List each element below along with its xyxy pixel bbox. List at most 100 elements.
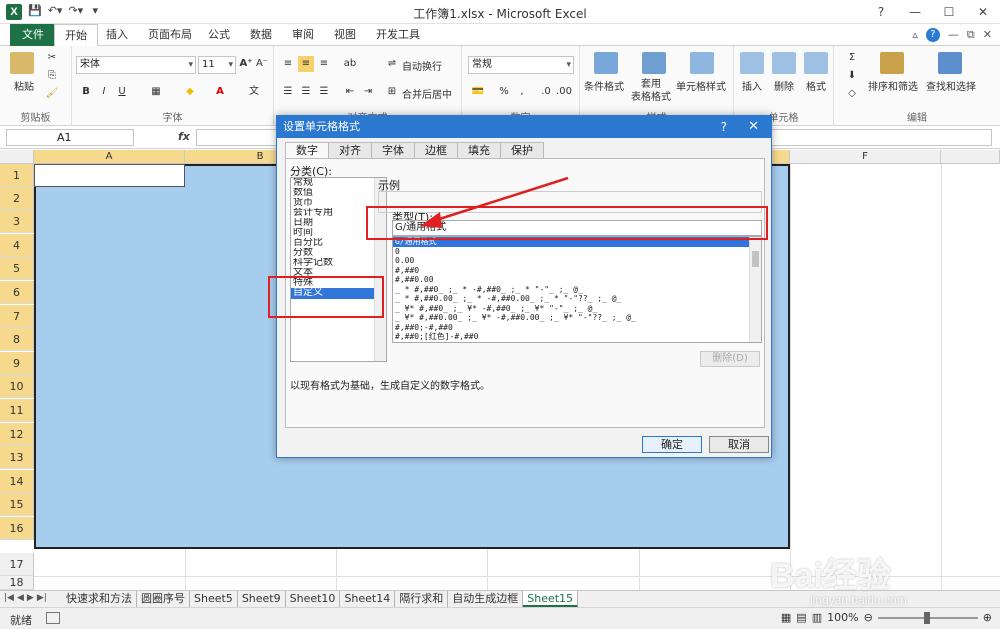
border-icon[interactable]: ▦ [148, 84, 164, 100]
phonetic-icon[interactable]: 文 [246, 84, 262, 100]
decrease-decimal-icon[interactable]: .00 [556, 84, 572, 100]
tab-file[interactable]: 文件 [10, 24, 56, 46]
dialog-close-icon[interactable]: ✕ [748, 116, 759, 138]
dialog-tab-fill[interactable]: 填充 [457, 142, 501, 158]
dialog-help-icon[interactable]: ? [721, 116, 727, 138]
row-header-8[interactable]: 8 [0, 328, 34, 351]
row-header-3[interactable]: 3 [0, 210, 34, 233]
align-center-icon[interactable]: ☰ [298, 84, 314, 100]
format-code-item[interactable]: #,##0;-#,##0 [393, 323, 761, 333]
format-code-item[interactable]: _ ¥* #,##0.00_ ;_ ¥* -#,##0.00_ ;_ ¥* "-… [393, 313, 761, 323]
paste-button[interactable]: 粘贴 [14, 78, 34, 93]
delete-cells-button[interactable]: 删除 [774, 78, 794, 93]
format-code-item[interactable]: 0.00 [393, 256, 761, 266]
sort-filter-button[interactable]: 排序和筛选 [868, 78, 918, 93]
sheet-tab[interactable]: 自动生成边框 [448, 591, 524, 607]
underline-button[interactable]: U [114, 84, 130, 100]
font-name-combo[interactable]: 宋体 [76, 56, 196, 74]
active-cell-a1[interactable] [34, 164, 185, 187]
column-header-g[interactable] [941, 150, 1000, 164]
comma-style-icon[interactable]: , [514, 84, 530, 100]
accounting-format-icon[interactable]: 💳 [470, 84, 486, 100]
row-header-12[interactable]: 12 [0, 423, 34, 446]
tab-developer[interactable]: 开发工具 [366, 24, 430, 46]
fill-icon[interactable]: ⬇ [844, 68, 860, 84]
tab-data[interactable]: 数据 [240, 24, 282, 46]
row-header-10[interactable]: 10 [0, 375, 34, 398]
column-header-a[interactable]: A [34, 150, 185, 164]
row-header-2[interactable]: 2 [0, 187, 34, 210]
sheet-tab[interactable]: 圆圈序号 [137, 591, 190, 607]
insert-cells-button[interactable]: 插入 [742, 78, 762, 93]
row-header-11[interactable]: 11 [0, 399, 34, 422]
minimize-button[interactable]: — [898, 0, 932, 24]
format-code-list[interactable]: G/通用格式 0 0.00 #,##0 #,##0.00 _ * #,##0_ … [392, 236, 762, 343]
align-middle-icon[interactable]: ≡ [298, 56, 314, 72]
grow-font-icon[interactable]: A⁺ [238, 56, 254, 72]
page-break-view-icon[interactable]: ▥ [812, 611, 822, 624]
row-header-16[interactable]: 16 [0, 517, 34, 540]
wrap-text-button[interactable]: 自动换行 [402, 58, 442, 73]
ribbon-help-icon[interactable]: ? [864, 0, 898, 24]
sheet-tab[interactable]: Sheet14 [340, 591, 396, 607]
wrap-text-icon[interactable]: ⇌ [384, 56, 400, 72]
row-header-1[interactable]: 1 [0, 164, 34, 187]
percent-style-icon[interactable]: % [496, 84, 512, 100]
format-code-item[interactable]: #,##0;[红色]-#,##0 [393, 332, 761, 342]
format-as-table-button[interactable]: 套用 表格格式 [626, 78, 676, 104]
row-header-6[interactable]: 6 [0, 281, 34, 304]
fill-color-icon[interactable]: ◆ [182, 84, 198, 100]
minimize-ribbon-icon[interactable]: ▵ [912, 28, 918, 42]
format-code-item[interactable]: #,##0 [393, 266, 761, 276]
prev-sheet-icon[interactable]: ◀ [17, 593, 24, 603]
cut-icon[interactable]: ✂ [44, 50, 60, 66]
format-painter-icon[interactable]: 🖌 [44, 86, 60, 102]
align-top-icon[interactable]: ≡ [280, 56, 296, 72]
orientation-icon[interactable]: ab [342, 56, 358, 72]
merge-center-icon[interactable]: ⊞ [384, 84, 400, 100]
row-header-4[interactable]: 4 [0, 234, 34, 257]
cell-styles-icon[interactable] [690, 52, 714, 74]
find-select-icon[interactable] [938, 52, 962, 74]
tab-insert[interactable]: 插入 [96, 24, 138, 46]
sort-filter-icon[interactable] [880, 52, 904, 74]
format-code-item[interactable]: _ * #,##0_ ;_ * -#,##0_ ;_ * "-"_ ;_ @_ [393, 285, 761, 295]
merge-center-button[interactable]: 合并后居中 [402, 86, 452, 101]
format-cells-button[interactable]: 格式 [806, 78, 826, 93]
dialog-tab-number[interactable]: 数字 [285, 142, 329, 158]
copy-icon[interactable]: ⎘ [44, 68, 60, 84]
sheet-tab[interactable]: Sheet5 [190, 591, 238, 607]
tab-review[interactable]: 审阅 [282, 24, 324, 46]
name-box[interactable]: A1 [6, 129, 134, 146]
workbook-close-icon[interactable]: ✕ [983, 28, 992, 42]
select-all-corner[interactable] [0, 150, 34, 164]
next-sheet-icon[interactable]: ▶ [27, 593, 34, 603]
align-left-icon[interactable]: ☰ [280, 84, 296, 100]
maximize-button[interactable]: ☐ [932, 0, 966, 24]
format-as-table-icon[interactable] [642, 52, 666, 74]
find-select-button[interactable]: 查找和选择 [926, 78, 976, 93]
format-cells-icon[interactable] [804, 52, 828, 74]
font-color-icon[interactable]: A [212, 84, 228, 100]
format-code-item[interactable]: _ * #,##0.00_ ;_ * -#,##0.00_ ;_ * "-"??… [393, 294, 761, 304]
dialog-tab-alignment[interactable]: 对齐 [328, 142, 372, 158]
autosum-icon[interactable]: Σ [844, 50, 860, 66]
workbook-restore-icon[interactable]: ⧉ [967, 28, 975, 42]
font-size-combo[interactable]: 11 [198, 56, 236, 74]
dialog-tab-font[interactable]: 字体 [371, 142, 415, 158]
increase-indent-icon[interactable]: ⇥ [360, 84, 376, 100]
sheet-tab[interactable]: Sheet10 [286, 591, 341, 607]
insert-cells-icon[interactable] [740, 52, 764, 74]
format-code-item[interactable]: #,##0.00 [393, 275, 761, 285]
zoom-slider[interactable] [877, 611, 978, 624]
paste-icon[interactable] [10, 52, 34, 74]
bold-button[interactable]: B [78, 84, 94, 100]
row-header-13[interactable]: 13 [0, 446, 34, 469]
delete-format-button[interactable]: 删除(D) [700, 351, 760, 367]
row-header-15[interactable]: 15 [0, 493, 34, 516]
zoom-in-icon[interactable]: ⊕ [983, 611, 992, 624]
align-bottom-icon[interactable]: ≡ [316, 56, 332, 72]
format-code-item[interactable]: 0 [393, 247, 761, 257]
sheet-tab[interactable]: 隔行求和 [395, 591, 449, 607]
tab-page-layout[interactable]: 页面布局 [138, 24, 202, 46]
